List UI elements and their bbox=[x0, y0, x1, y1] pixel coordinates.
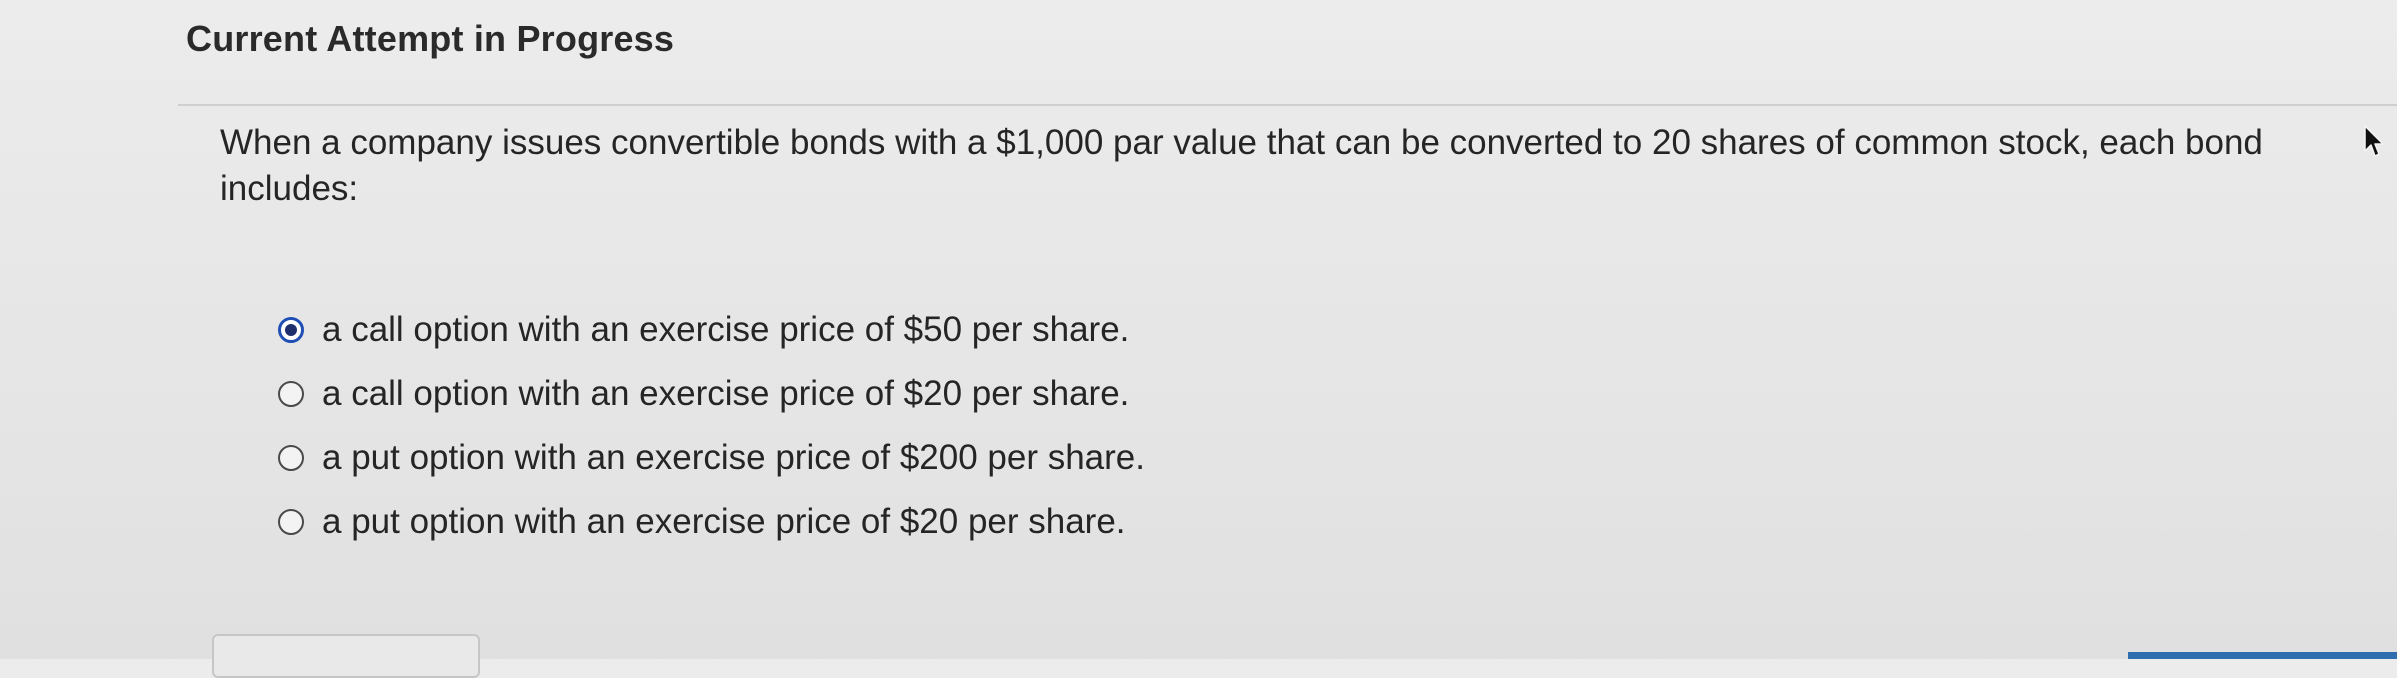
answer-option-2[interactable]: a call option with an exercise price of … bbox=[278, 362, 1145, 426]
page-heading: Current Attempt in Progress bbox=[186, 18, 675, 59]
quiz-page: Current Attempt in Progress When a compa… bbox=[0, 0, 2397, 678]
heading-divider bbox=[178, 104, 2397, 106]
radio-button-selected[interactable] bbox=[278, 317, 304, 343]
answer-option-3[interactable]: a put option with an exercise price of $… bbox=[278, 426, 1145, 490]
answer-options: a call option with an exercise price of … bbox=[278, 298, 1145, 554]
answer-option-4[interactable]: a put option with an exercise price of $… bbox=[278, 490, 1145, 554]
answer-option-label: a put option with an exercise price of $… bbox=[322, 502, 1126, 541]
question-text: When a company issues convertible bonds … bbox=[220, 123, 2263, 208]
answer-option-label: a call option with an exercise price of … bbox=[322, 310, 1130, 349]
answer-option-label: a call option with an exercise price of … bbox=[322, 374, 1130, 413]
answer-option-label: a put option with an exercise price of $… bbox=[322, 438, 1145, 477]
radio-button[interactable] bbox=[278, 381, 304, 407]
radio-button[interactable] bbox=[278, 509, 304, 535]
answer-option-1[interactable]: a call option with an exercise price of … bbox=[278, 298, 1145, 362]
bottom-control[interactable] bbox=[212, 634, 480, 678]
radio-button[interactable] bbox=[278, 445, 304, 471]
mouse-pointer-icon bbox=[2364, 125, 2384, 157]
bottom-accent-bar bbox=[2128, 652, 2397, 659]
